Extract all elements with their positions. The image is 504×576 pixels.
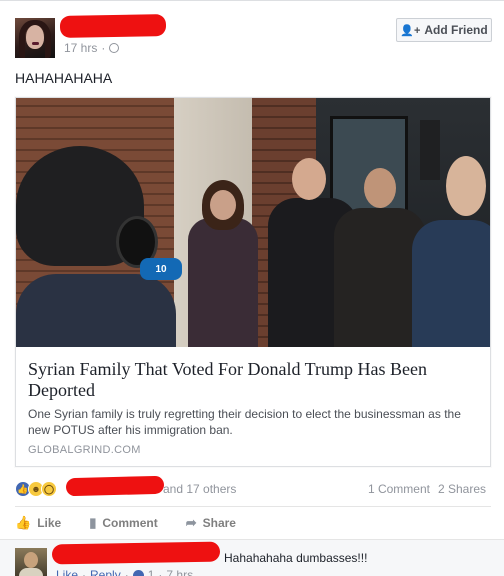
add-person-icon: 👤+ xyxy=(400,24,421,37)
comment-text: Hahahahaha dumbasses!!! xyxy=(224,551,368,565)
like-label: Like xyxy=(37,516,62,530)
post-timestamp[interactable]: 17 hrs xyxy=(64,41,97,55)
like-icon xyxy=(132,569,144,576)
bystander-figure xyxy=(412,150,490,347)
reporter-figure xyxy=(16,146,176,347)
engagement-counts: 1 Comment 2 Shares xyxy=(368,482,486,496)
comment-reply-link[interactable]: Reply xyxy=(90,568,121,576)
link-headline[interactable]: Syrian Family That Voted For Donald Trum… xyxy=(28,359,478,401)
share-label: Share xyxy=(202,516,236,530)
reaction-icons[interactable]: 👍 ☻ ◯ xyxy=(15,481,57,497)
post-meta: 17 hrs · xyxy=(64,41,120,55)
link-description: One Syrian family is truly regretting th… xyxy=(28,407,461,437)
wow-icon: ◯ xyxy=(41,481,57,497)
mic-flag-text: 10 xyxy=(155,263,167,275)
comment-icon: ▮ xyxy=(89,515,97,530)
add-friend-button[interactable]: 👤+ Add Friend xyxy=(396,18,492,42)
post-text: HAHAHAHAHA xyxy=(15,70,113,86)
post-actions: 👍 Like ▮ Comment ➦ Share xyxy=(15,509,491,537)
woman-figure xyxy=(188,180,258,347)
comments-count[interactable]: 1 Comment xyxy=(368,482,430,496)
news-mic-flag: 10 xyxy=(140,258,182,280)
divider xyxy=(15,506,491,507)
add-friend-label: Add Friend xyxy=(424,23,488,37)
globe-icon xyxy=(109,43,120,53)
link-text-area[interactable]: Syrian Family That Voted For Donald Trum… xyxy=(16,347,490,466)
share-button[interactable]: ➦ Share xyxy=(186,515,236,531)
shares-count[interactable]: 2 Shares xyxy=(438,482,486,496)
redacted-reactor-name xyxy=(65,475,165,497)
comment-section: Hahahahaha dumbasses!!! Like · Reply · 1… xyxy=(0,539,504,576)
like-button[interactable]: 👍 Like xyxy=(15,515,61,531)
comment-like-count[interactable]: 1 xyxy=(148,568,155,576)
redacted-poster-name xyxy=(59,14,167,38)
link-domain: GLOBALGRIND.COM xyxy=(28,444,141,456)
comment-button[interactable]: ▮ Comment xyxy=(89,515,158,531)
comment-label: Comment xyxy=(102,516,158,530)
comment-meta: Like · Reply · 1 · 7 hrs xyxy=(56,568,193,576)
poster-avatar[interactable] xyxy=(15,18,55,58)
comment-time[interactable]: 7 hrs xyxy=(166,568,193,576)
link-preview-image[interactable]: 10 xyxy=(16,98,490,347)
reactions-others[interactable]: and 17 others xyxy=(163,482,236,496)
meta-separator: · xyxy=(101,41,106,55)
facebook-post-card: 17 hrs · 👤+ Add Friend HAHAHAHAHA 10 Syr… xyxy=(0,0,504,576)
commenter-avatar[interactable] xyxy=(15,548,47,576)
comment-like-link[interactable]: Like xyxy=(56,568,78,576)
redacted-commenter-name xyxy=(51,541,221,565)
thumbs-up-icon: 👍 xyxy=(15,515,32,530)
share-arrow-icon: ➦ xyxy=(185,515,197,530)
shared-link-card[interactable]: 10 Syrian Family That Voted For Donald T… xyxy=(15,97,491,467)
